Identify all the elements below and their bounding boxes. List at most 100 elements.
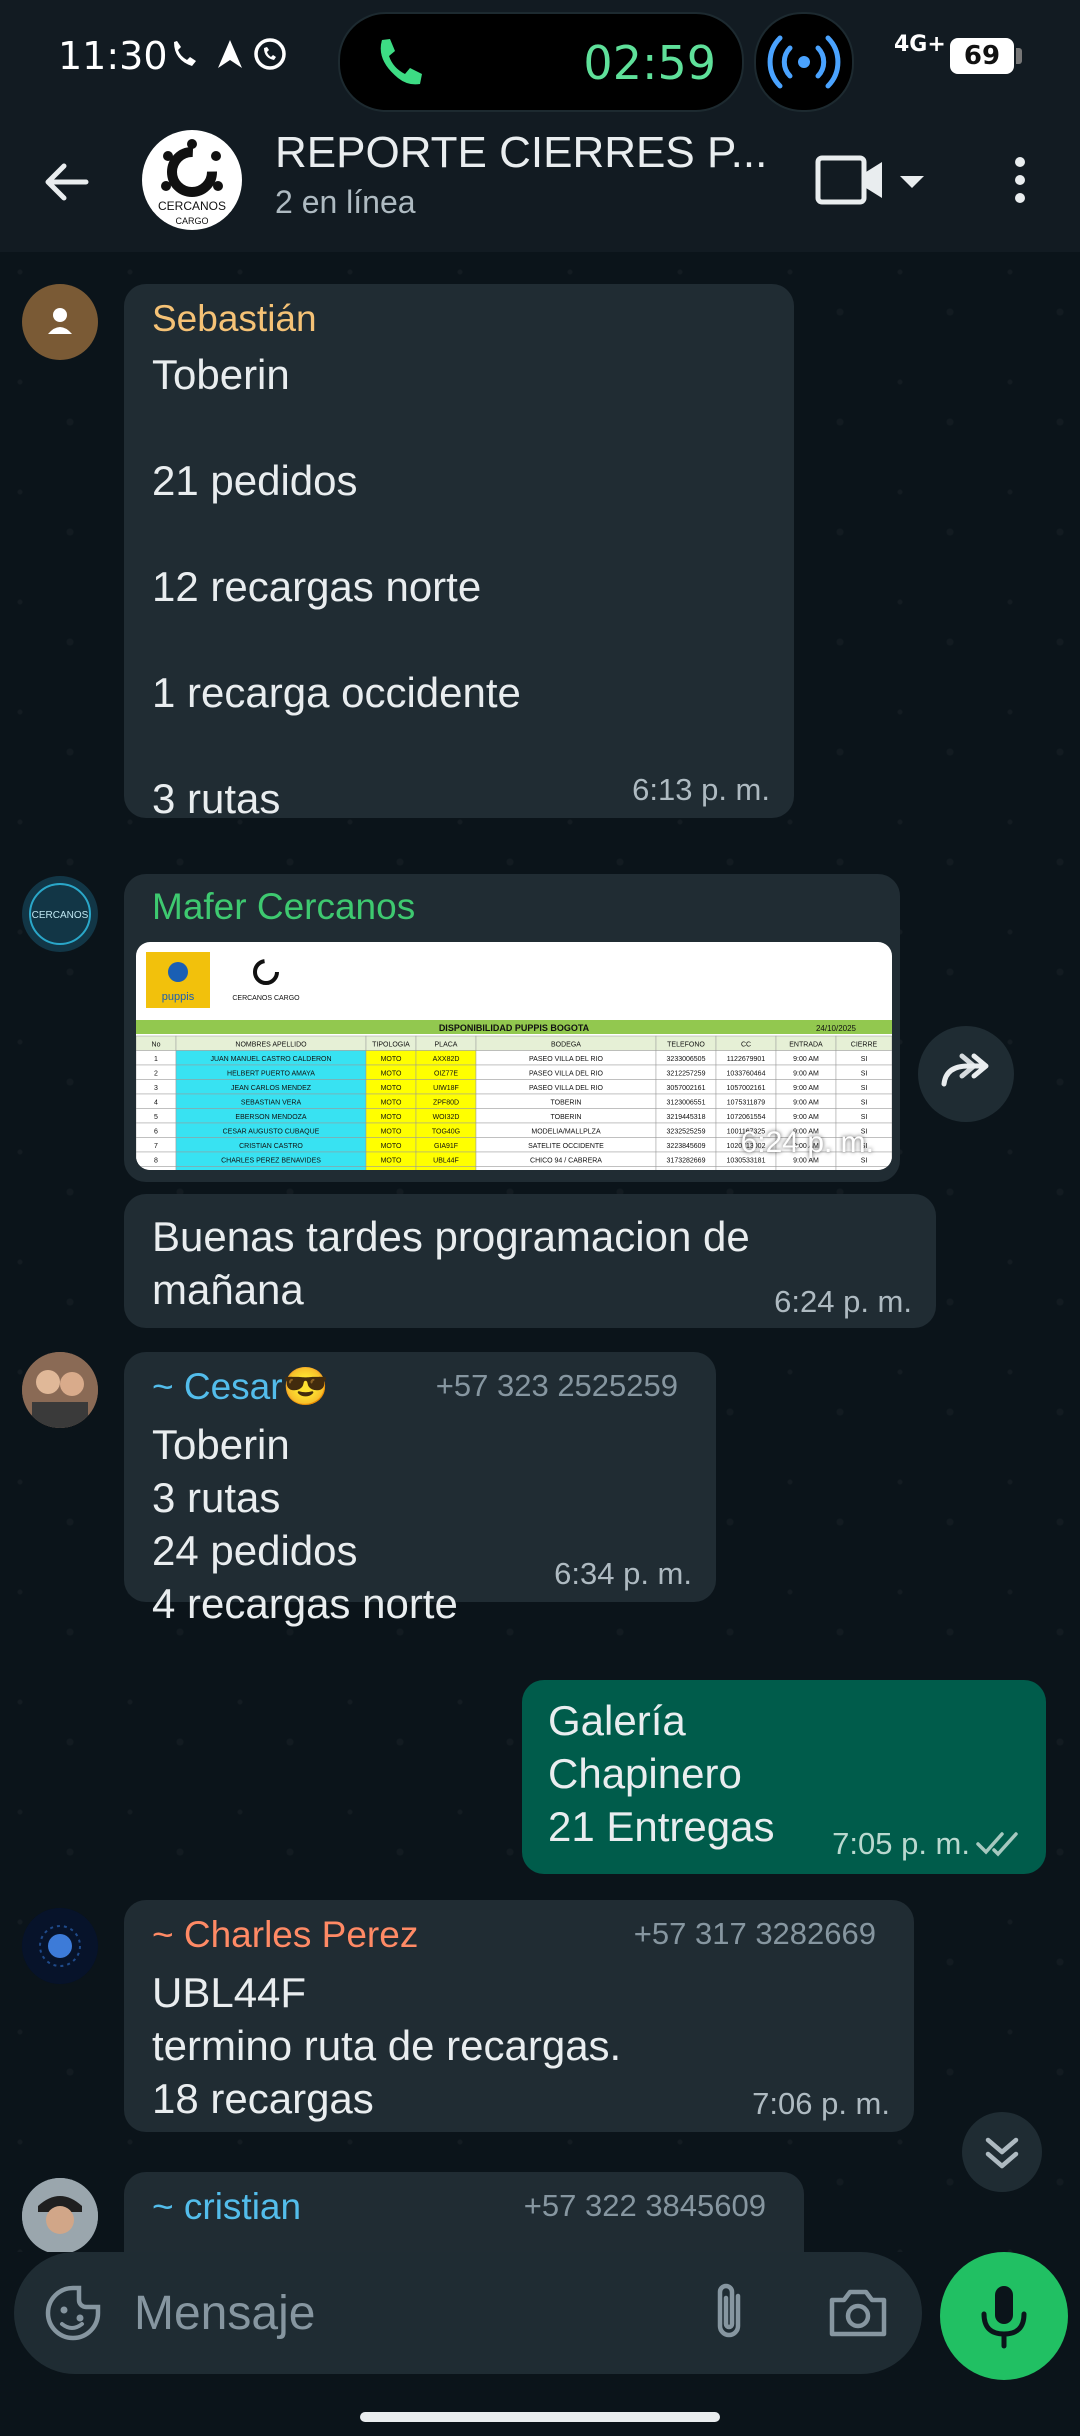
sender-phone: +57 317 3282669 — [633, 1916, 876, 1951]
sheet-cell: 1033760464 — [727, 1071, 766, 1078]
sheet-cell-bg — [415, 1166, 477, 1170]
sheet-cell: HELBERT PUERTO AMAYA — [227, 1071, 315, 1078]
sheet-cell: SI — [861, 1071, 868, 1078]
cercanos-logo: CERCANOS — [29, 883, 91, 945]
sheet-cell: CRISTIAN CASTRO — [239, 1143, 303, 1150]
status-notification-icons — [168, 34, 288, 83]
default-person-icon — [48, 308, 72, 334]
status-bar: 11:30 02:59 4G+ 69 — [0, 0, 1080, 120]
sheet-cell: 7 — [154, 1143, 158, 1150]
hotspot-pill[interactable] — [754, 12, 854, 112]
message-time: 6:24 p. m. — [774, 1284, 912, 1319]
message-bubble-cristian[interactable]: ~ cristian +57 322 3845609 — [124, 2172, 804, 2252]
sheet-header-cell: PLACA — [435, 1042, 458, 1049]
avatar-sebastian[interactable] — [22, 284, 98, 360]
sheet-header-cell: TELEFONO — [667, 1042, 705, 1049]
message-time: 6:34 p. m. — [554, 1556, 692, 1591]
sheet-cell: 3233006505 — [667, 1056, 706, 1063]
more-options-icon[interactable] — [1000, 150, 1040, 210]
sheet-header-cell: TIPOLOGIA — [372, 1042, 410, 1049]
sender-name[interactable]: ~ Cesar😎 — [152, 1366, 329, 1409]
cercanos-logo: CERCANOS CARGO — [152, 139, 232, 226]
sheet-cell: 3232525259 — [667, 1129, 706, 1136]
sheet-cell: MOTO — [381, 1056, 402, 1063]
sheet-header-cell: CC — [741, 1042, 751, 1049]
attach-icon[interactable] — [704, 2280, 754, 2346]
sheet-cell: MOTO — [381, 1143, 402, 1150]
chat-messages-area[interactable]: Sebastián Toberin 21 pedidos 12 recargas… — [0, 252, 1080, 2252]
message-input[interactable] — [132, 2280, 656, 2346]
video-call-icon[interactable] — [812, 150, 932, 210]
sticker-emoji-icon[interactable] — [42, 2282, 104, 2344]
group-avatar[interactable]: CERCANOS CARGO — [142, 130, 242, 230]
avatar-cesar[interactable] — [22, 1352, 98, 1428]
sheet-cell-bg — [175, 1166, 367, 1170]
sheet-cell: UBL44F — [433, 1158, 459, 1165]
sheet-header-cell: BODEGA — [551, 1042, 581, 1049]
sheet-cell: 3123006551 — [667, 1100, 706, 1107]
sender-name[interactable]: ~ Charles Perez — [152, 1914, 418, 1956]
sender-name[interactable]: ~ cristian — [152, 2186, 301, 2228]
broadcast-icon — [767, 35, 841, 89]
sheet-cell: PASEO VILLA DEL RIO — [529, 1085, 603, 1092]
sheet-cell: OIZ77E — [434, 1071, 458, 1078]
sheet-cell: 3057002161 — [667, 1085, 706, 1092]
sender-phone: +57 323 2525259 — [435, 1368, 678, 1403]
message-bubble-mafer-text[interactable]: Buenas tardes programacion de mañana 6:2… — [124, 1194, 936, 1328]
outgoing-message-bubble[interactable]: Galería Chapinero 21 Entregas 7:05 p. m. — [522, 1680, 1046, 1874]
sheet-cell: MODELIA/MALLPLZA — [531, 1129, 601, 1136]
avatar-charles[interactable] — [22, 1908, 98, 1984]
sheet-cell-bg — [365, 1166, 417, 1170]
message-bubble-sebastian[interactable]: Sebastián Toberin 21 pedidos 12 recargas… — [124, 284, 794, 822]
sheet-cell: UIW18F — [433, 1085, 459, 1092]
sheet-cell: SI — [861, 1085, 868, 1092]
back-arrow-icon[interactable] — [36, 152, 96, 212]
sender-name[interactable]: Sebastián — [152, 298, 317, 340]
forward-button[interactable] — [918, 1026, 1014, 1122]
sheet-cell: CESAR AUGUSTO CUBAQUE — [223, 1129, 320, 1136]
group-title[interactable]: REPORTE CIERRES P... — [275, 128, 775, 178]
scroll-to-bottom-button[interactable] — [962, 2112, 1042, 2192]
image-message-bubble[interactable]: Mafer Cercanos puppis CERCANOS CARGO DIS… — [124, 874, 900, 1182]
sheet-header-cell: NOMBRES APELLIDO — [235, 1042, 307, 1049]
sheet-date: 24/10/2025 — [816, 1024, 857, 1033]
profile-photo — [22, 1908, 98, 1984]
message-text: Toberin 21 pedidos 12 recargas norte 1 r… — [152, 351, 521, 822]
read-receipt-icon — [976, 1832, 1018, 1857]
message-text: Toberin 3 rutas 24 pedidos 4 recargas no… — [152, 1421, 458, 1627]
camera-icon[interactable] — [826, 2284, 890, 2342]
sheet-cell: 9:00 AM — [793, 1100, 819, 1107]
sheet-cell: WOI32D — [433, 1114, 460, 1121]
profile-photo — [22, 1352, 98, 1428]
sheet-cell: 4 — [154, 1100, 158, 1107]
sheet-cell: 1075311879 — [727, 1100, 766, 1107]
sheet-cell: MOTO — [381, 1158, 402, 1165]
message-bubble-cesar[interactable]: ~ Cesar😎 +57 323 2525259 Toberin 3 rutas… — [124, 1352, 716, 1627]
sender-name[interactable]: Mafer Cercanos — [152, 886, 415, 928]
sheet-cell: 3173282669 — [667, 1158, 706, 1165]
sheet-cell: ZPF80D — [433, 1100, 459, 1107]
avatar-cristian[interactable] — [22, 2178, 98, 2252]
voice-message-button[interactable] — [940, 2252, 1068, 2380]
sheet-cell: MOTO — [381, 1085, 402, 1092]
sheet-cell: TOBERIN — [551, 1114, 582, 1121]
sender-phone: +57 322 3845609 — [523, 2188, 766, 2223]
sheet-cell: PASEO VILLA DEL RIO — [529, 1071, 603, 1078]
svg-text:CERCANOS: CERCANOS — [32, 910, 89, 921]
puppis-logo-text: puppis — [162, 991, 195, 1003]
double-chevron-down-icon — [985, 2137, 1019, 2169]
sheet-cell: PASEO VILLA DEL RIO — [529, 1056, 603, 1063]
spreadsheet-image[interactable]: puppis CERCANOS CARGO DISPONIBILIDAD PUP… — [136, 942, 892, 1170]
sheet-header-cell: ENTRADA — [789, 1042, 823, 1049]
message-time: 7:05 p. m. — [832, 1826, 970, 1861]
profile-photo — [22, 2178, 98, 2252]
sheet-cell: 3212257259 — [667, 1071, 706, 1078]
message-bubble-charles[interactable]: ~ Charles Perez +57 317 3282669 UBL44F t… — [124, 1900, 914, 2132]
home-indicator[interactable] — [360, 2412, 720, 2422]
ongoing-call-pill[interactable]: 02:59 — [338, 12, 744, 112]
sheet-cell: 1 — [154, 1056, 158, 1063]
avatar-mafer[interactable]: CERCANOS — [22, 876, 98, 952]
call-timer: 02:59 — [583, 36, 716, 90]
svg-text:CARGO: CARGO — [175, 216, 208, 226]
sheet-cell: 1122679901 — [727, 1056, 766, 1063]
